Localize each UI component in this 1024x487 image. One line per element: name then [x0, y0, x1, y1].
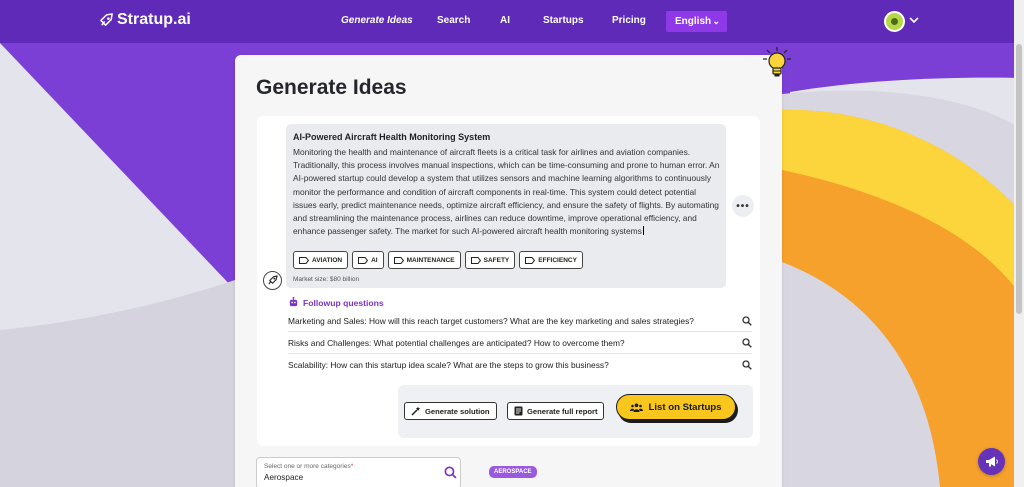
language-label: English [675, 16, 712, 27]
generate-solution-button[interactable]: Generate solution [404, 402, 497, 420]
tag-icon [358, 256, 369, 264]
tag-maintenance[interactable]: MAINTENANCE [387, 251, 461, 269]
page-title: Generate Ideas [256, 76, 407, 99]
tag-label: AVIATION [312, 256, 343, 264]
required-mark: * [350, 463, 354, 470]
group-icon [630, 403, 644, 412]
list-on-startups-button[interactable]: List on Startups [616, 394, 736, 420]
nav-ai[interactable]: AI [500, 15, 510, 26]
followup-question[interactable]: Scalability: How can this startup idea s… [288, 354, 752, 376]
followup-heading-text: Followup questions [303, 297, 384, 308]
action-bar: Generate solution Generate full report L… [398, 385, 753, 438]
more-options-button[interactable]: ••• [732, 195, 754, 217]
chevron-down-icon: ⌄ [712, 16, 720, 26]
nav-startups[interactable]: Startups [543, 15, 584, 26]
market-size: Market size: $80 billion [293, 276, 360, 283]
avatar[interactable] [884, 11, 905, 32]
stratup-logo-icon [100, 12, 113, 26]
followup-heading: Followup questions [288, 297, 384, 308]
idea-message: AI-Powered Aircraft Health Monitoring Sy… [286, 124, 726, 288]
document-icon [514, 406, 523, 416]
search-icon[interactable] [742, 360, 752, 370]
search-icon[interactable] [742, 337, 752, 348]
followup-question[interactable]: Marketing and Sales: How will this reach… [288, 310, 752, 332]
nav-search[interactable]: Search [437, 15, 470, 26]
logo-text: Stratup.ai [117, 11, 191, 28]
generate-full-report-button[interactable]: Generate full report [507, 402, 605, 420]
tag-icon [299, 256, 309, 264]
more-icon: ••• [736, 200, 750, 212]
chevron-down-icon[interactable] [908, 14, 920, 26]
megaphone-icon [985, 456, 998, 467]
scrollbar-thumb[interactable] [1016, 44, 1022, 314]
logo[interactable]: Stratup.ai [99, 11, 191, 29]
idea-description: Monitoring the health and maintenance of… [293, 146, 721, 238]
generate-ideas-card: Generate Ideas AI-Powered Aircraft Healt… [235, 55, 782, 487]
tag-safety[interactable]: SAFETY [464, 251, 516, 269]
tag-icon [393, 256, 404, 264]
tag-label: EFFICIENCY [538, 256, 577, 264]
lightbulb-icon [763, 47, 791, 77]
robot-icon [289, 297, 298, 307]
followup-question[interactable]: Risks and Challenges: What potential cha… [288, 332, 752, 354]
tag-efficiency[interactable]: EFFICIENCY [519, 251, 583, 269]
followup-question-text: Risks and Challenges: What potential cha… [288, 337, 625, 348]
category-chip-aerospace[interactable]: AEROSPACE [489, 466, 537, 478]
rocket-icon[interactable] [263, 271, 282, 290]
category-select[interactable]: Select one or more categories* Aerospace [256, 457, 461, 487]
idea-description-text: Monitoring the health and maintenance of… [293, 147, 720, 237]
tag-label: AI [371, 256, 378, 264]
top-navbar: Stratup.ai Generate Ideas Search AI Star… [0, 0, 1024, 43]
tag-icon [525, 256, 536, 264]
text-cursor [642, 226, 644, 236]
generate-solution-label: Generate solution [425, 406, 490, 416]
search-icon[interactable] [742, 315, 752, 326]
category-select-label: Select one or more categories* [264, 463, 353, 470]
followup-question-text: Scalability: How can this startup idea s… [288, 360, 609, 370]
search-icon[interactable] [444, 466, 457, 479]
list-on-startups-label: List on Startups [648, 401, 722, 413]
tag-aviation[interactable]: AVIATION [293, 251, 349, 269]
tag-icon [470, 256, 481, 264]
idea-panel: AI-Powered Aircraft Health Monitoring Sy… [257, 116, 760, 446]
followup-question-text: Marketing and Sales: How will this reach… [288, 315, 694, 326]
category-label-text: Select one or more categories [264, 463, 351, 470]
nav-pricing[interactable]: Pricing [612, 15, 646, 26]
tag-ai[interactable]: AI [352, 251, 384, 269]
nav-generate-ideas[interactable]: Generate Ideas [341, 15, 413, 26]
category-value: Aerospace [264, 473, 304, 482]
language-selector[interactable]: English ⌄ [666, 11, 727, 32]
tag-list: AVIATION AI MAINTENANCE SAFETY EFFICIENC… [293, 251, 583, 269]
generate-full-report-label: Generate full report [527, 406, 598, 416]
tag-label: SAFETY [483, 256, 510, 264]
tag-label: MAINTENANCE [406, 256, 455, 264]
idea-title: AI-Powered Aircraft Health Monitoring Sy… [293, 132, 491, 142]
feedback-button[interactable] [978, 448, 1005, 475]
magic-wand-icon [411, 406, 421, 416]
